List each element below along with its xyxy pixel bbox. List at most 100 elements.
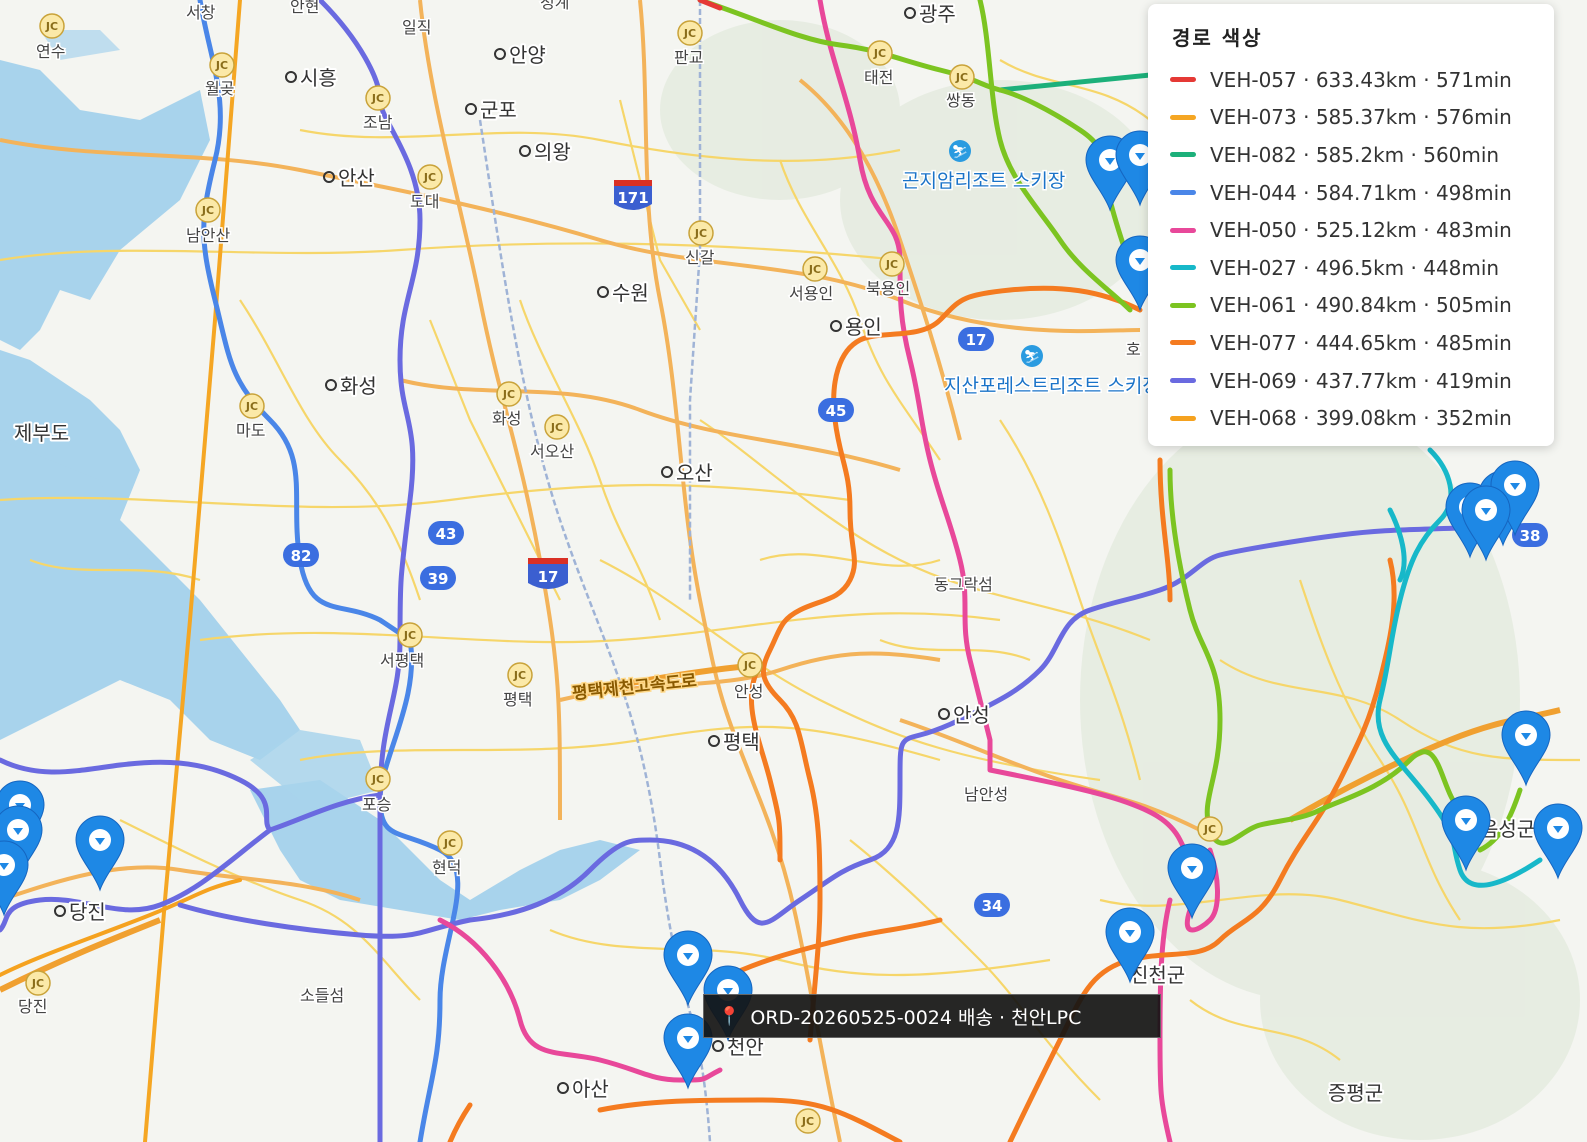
svg-text:서평택: 서평택 [380,651,424,670]
svg-text:JC: JC [443,837,456,850]
legend-swatch [1170,152,1196,158]
svg-text:JC: JC [45,20,58,33]
svg-text:포승: 포승 [362,795,391,814]
legend-item-veh-061: VEH-061 · 490.84km · 505min [1170,287,1532,325]
svg-text:군포: 군포 [480,98,517,122]
route-color-legend: 경로 색상 VEH-057 · 633.43km · 571min VEH-073… [1148,4,1554,446]
legend-item-veh-044: VEH-044 · 584.71km · 498min [1170,174,1532,212]
svg-text:천안: 천안 [727,1035,764,1059]
legend-swatch [1170,265,1196,271]
svg-text:43: 43 [436,525,457,543]
svg-text:안현: 안현 [290,0,319,16]
route-shield-17: 17 [958,327,994,351]
svg-text:증평군: 증평군 [1328,1081,1383,1105]
route-shield-171: 171 [614,180,652,210]
legend-item-veh-027: VEH-027 · 496.5km · 448min [1170,249,1532,287]
svg-text:서용인: 서용인 [789,284,833,303]
legend-swatch [1170,227,1196,233]
svg-text:판교: 판교 [674,48,703,67]
svg-text:신갈: 신갈 [685,248,715,267]
svg-text:연수: 연수 [36,42,65,61]
svg-text:34: 34 [982,897,1003,915]
order-tooltip: 📍 ORD-20260525-0024 배송 · 천안LPC [703,994,1161,1038]
svg-text:현덕: 현덕 [432,858,461,877]
legend-label: VEH-068 · 399.08km · 352min [1210,406,1512,431]
svg-text:의왕: 의왕 [534,140,571,164]
svg-text:남안성: 남안성 [964,785,1008,804]
legend-item-veh-069: VEH-069 · 437.77km · 419min [1170,362,1532,400]
svg-text:곤지암리조트 스키장: 곤지암리조트 스키장 [902,170,1065,192]
svg-text:82: 82 [291,547,312,565]
svg-text:JC: JC [885,258,898,271]
svg-text:서오산: 서오산 [530,442,574,461]
svg-text:조남: 조남 [363,113,393,132]
svg-text:JC: JC [801,1115,814,1128]
ski-resort-icon: ⛷ [1021,345,1043,367]
legend-label: VEH-082 · 585.2km · 560min [1210,142,1500,167]
route-shield-17-interstate: 17 [528,558,568,589]
legend-label: VEH-069 · 437.77km · 419min [1210,368,1512,393]
svg-text:JC: JC [31,977,44,990]
svg-text:시흥: 시흥 [300,66,337,90]
legend-item-veh-077: VEH-077 · 444.65km · 485min [1170,324,1532,362]
svg-text:JC: JC [201,204,214,217]
svg-text:쌍동: 쌍동 [946,91,975,110]
legend-item-veh-082: VEH-082 · 585.2km · 560min [1170,136,1532,174]
svg-text:JC: JC [423,171,436,184]
svg-text:JC: JC [1203,823,1216,836]
svg-text:JC: JC [873,47,886,60]
legend-label: VEH-077 · 444.65km · 485min [1210,330,1512,355]
legend-swatch [1170,415,1196,421]
svg-text:JC: JC [743,659,756,672]
route-shield-39: 39 [420,566,456,590]
legend-label: VEH-061 · 490.84km · 505min [1210,293,1512,318]
svg-text:제부도: 제부도 [14,421,69,445]
svg-text:평택: 평택 [503,690,532,709]
svg-text:소들섬: 소들섬 [300,986,344,1005]
svg-text:⛷: ⛷ [952,145,969,160]
svg-text:일직: 일직 [402,18,431,37]
svg-text:⛷: ⛷ [1024,350,1041,365]
svg-text:JC: JC [513,669,526,682]
svg-text:마도: 마도 [236,421,265,440]
svg-text:JC: JC [955,71,968,84]
svg-text:안산: 안산 [338,166,375,190]
svg-text:북용인: 북용인 [866,279,910,298]
route-shield-43: 43 [428,521,464,545]
legend-label: VEH-027 · 496.5km · 448min [1210,255,1500,280]
svg-text:용인: 용인 [845,315,882,339]
legend-swatch [1170,302,1196,308]
route-shield-45: 45 [818,398,854,422]
svg-text:안성: 안성 [953,703,990,727]
route-shield-34: 34 [974,893,1010,917]
legend-item-veh-057: VEH-057 · 633.43km · 571min [1170,61,1532,99]
svg-text:화성: 화성 [340,374,377,398]
svg-text:JC: JC [371,773,384,786]
svg-text:안성: 안성 [734,682,763,701]
legend-label: VEH-050 · 525.12km · 483min [1210,218,1512,243]
svg-text:17: 17 [966,331,987,349]
svg-text:안양: 안양 [509,43,546,67]
svg-text:JC: JC [694,227,707,240]
svg-text:JC: JC [245,400,258,413]
svg-text:평택: 평택 [723,730,760,754]
svg-text:광주: 광주 [919,2,956,26]
svg-text:수원: 수원 [612,281,649,305]
legend-label: VEH-044 · 584.71km · 498min [1210,180,1512,205]
svg-text:45: 45 [826,402,847,420]
svg-text:38: 38 [1520,527,1541,545]
svg-text:월곶: 월곶 [205,79,234,98]
svg-text:오산: 오산 [676,461,713,485]
map-pin-icon: 📍 [718,1005,741,1027]
legend-swatch [1170,190,1196,196]
svg-text:서창: 서창 [186,3,216,22]
svg-text:JC: JC [502,388,515,401]
svg-text:JC: JC [550,421,563,434]
svg-text:JC: JC [371,92,384,105]
svg-text:당진: 당진 [18,997,47,1016]
svg-text:JC: JC [215,59,228,72]
legend-label: VEH-057 · 633.43km · 571min [1210,67,1512,92]
svg-text:지산포레스트리조트 스키장: 지산포레스트리조트 스키장 [944,375,1160,397]
legend-title: 경로 색상 [1172,26,1263,50]
svg-text:화성: 화성 [492,409,521,428]
